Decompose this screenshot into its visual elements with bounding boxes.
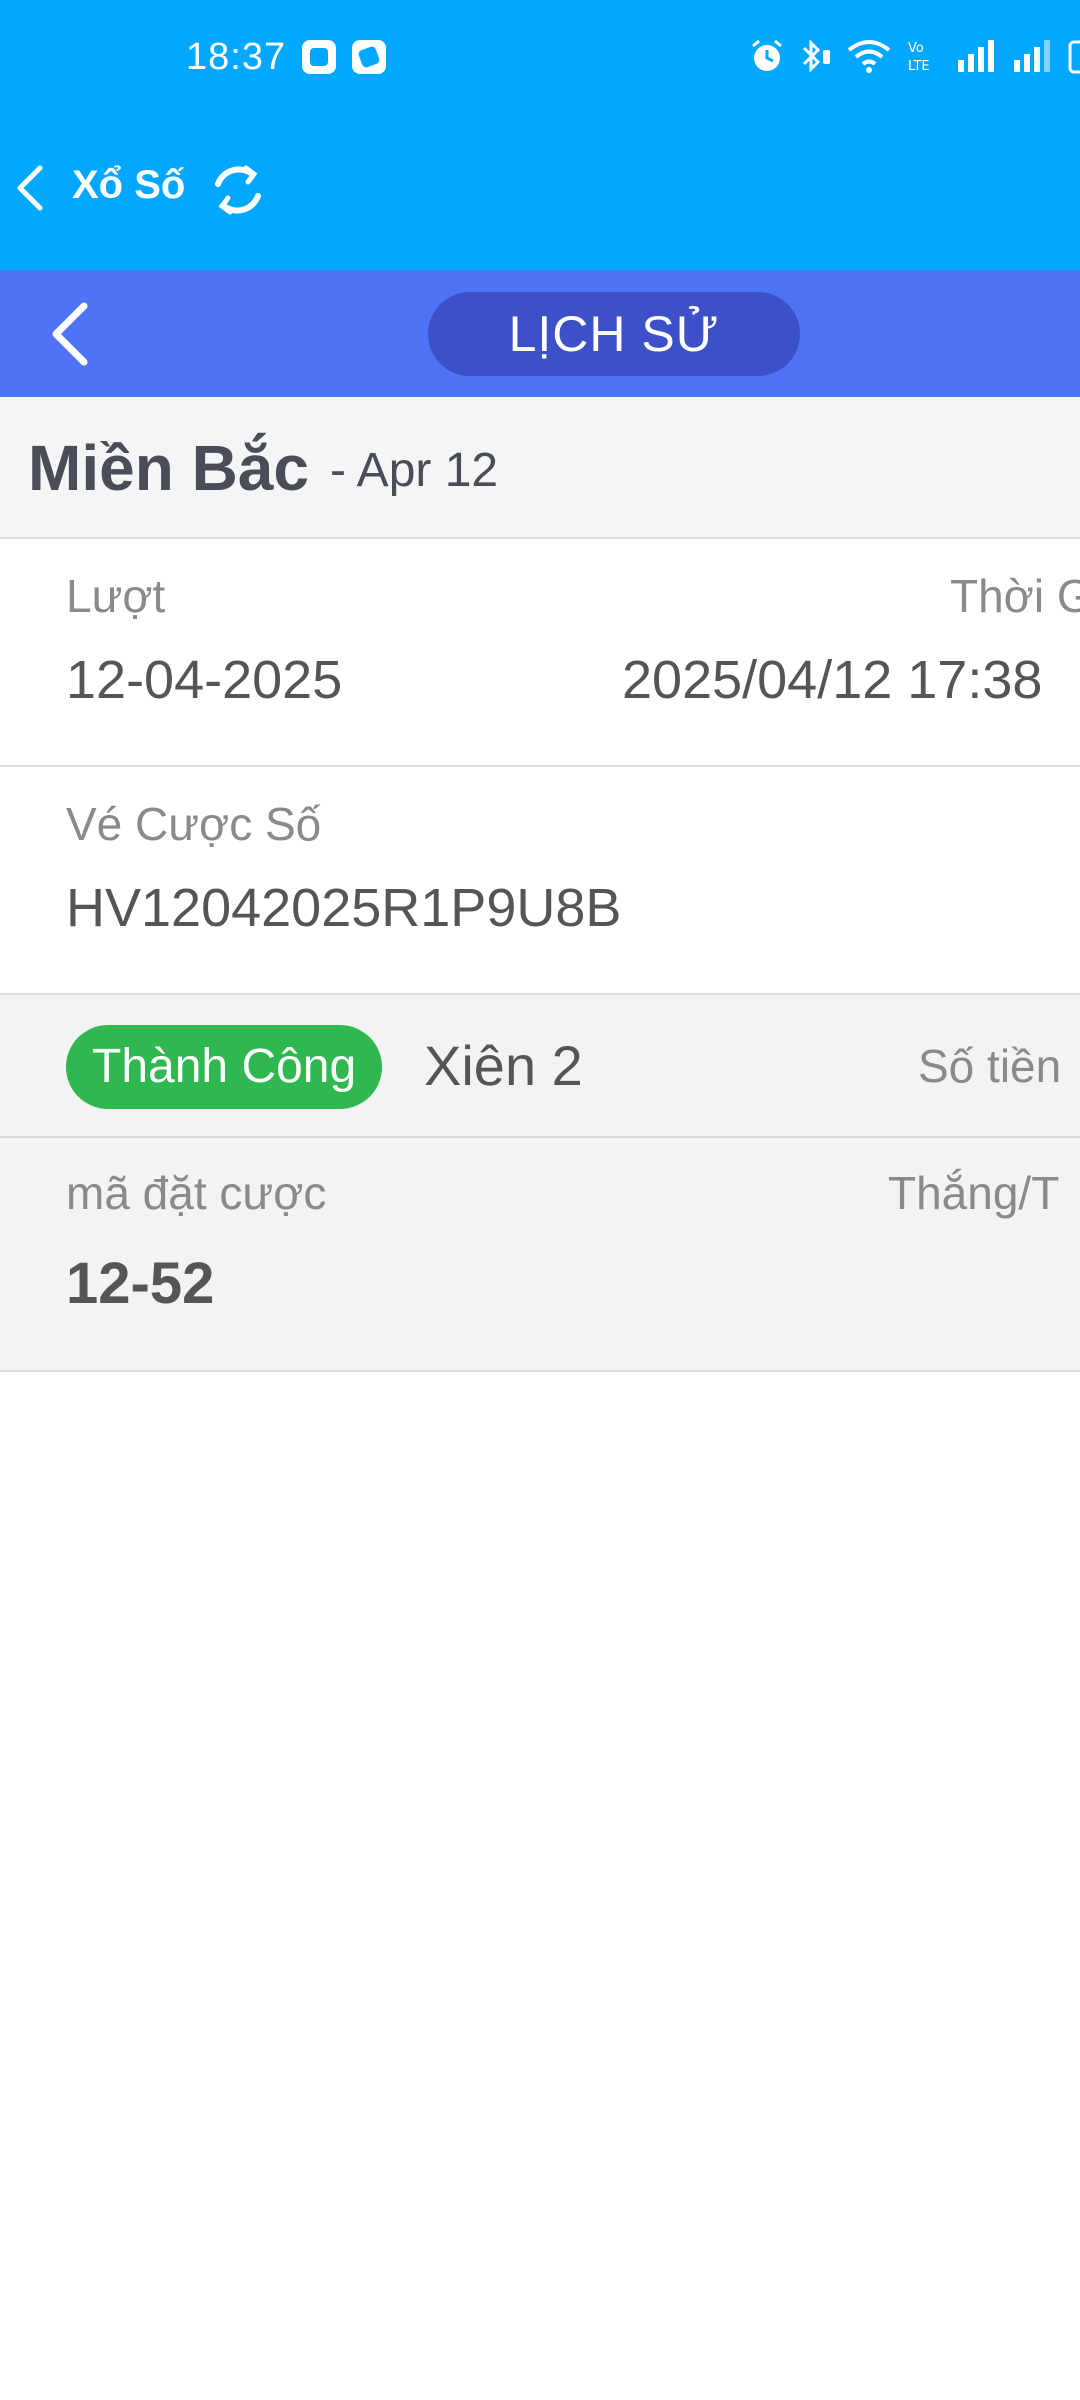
battery-icon xyxy=(1068,40,1080,74)
svg-text:LTE: LTE xyxy=(908,59,930,74)
round-row: Lượt 12-04-2025 Thời G 2025/04/12 17:38 xyxy=(0,539,1080,767)
history-header-bar: LỊCH SỬ xyxy=(0,270,1080,397)
section-header: Miền Bắc - Apr 12 xyxy=(0,397,1080,539)
ticket-row: Vé Cược Số HV12042025R1P9U8B xyxy=(0,767,1080,995)
round-label: Lượt xyxy=(66,570,166,622)
volte-icon: Vo LTE xyxy=(908,41,930,74)
region-date: - Apr 12 xyxy=(330,444,499,497)
app-title: Xổ Số xyxy=(72,163,186,207)
alarm-icon xyxy=(752,39,782,71)
bet-type: Xiên 2 xyxy=(424,1034,583,1097)
status-row: Thành Công Xiên 2 Số tiền xyxy=(0,995,1080,1138)
bluetooth-icon xyxy=(802,39,830,73)
back-chevron-icon[interactable] xyxy=(44,298,98,370)
signal-icon xyxy=(958,40,994,72)
time-label: Thời G xyxy=(950,570,1080,622)
history-title-pill: LỊCH SỬ xyxy=(428,292,800,376)
bet-code-row: mã đặt cược 12-52 Thắng/T xyxy=(0,1138,1080,1372)
round-value: 12-04-2025 xyxy=(66,650,343,710)
status-time: 18:37 xyxy=(186,36,287,78)
refresh-icon[interactable] xyxy=(208,160,268,220)
time-value: 2025/04/12 17:38 xyxy=(622,650,1043,710)
region-name: Miền Bắc xyxy=(28,432,309,504)
ticket-label: Vé Cược Số xyxy=(66,798,322,850)
chevron-left-icon[interactable] xyxy=(10,160,50,216)
app-notification-icon xyxy=(302,40,336,74)
top-app-bar: 18:37 Vo LTE Xổ Số xyxy=(0,0,1080,270)
bet-code-value: 12-52 xyxy=(66,1251,215,1316)
amount-label: Số tiền xyxy=(918,1040,1062,1092)
app-notification-icon xyxy=(352,40,386,74)
bet-code-label: mã đặt cược xyxy=(66,1167,327,1219)
status-badge: Thành Công xyxy=(66,1025,383,1109)
win-loss-label: Thắng/T xyxy=(888,1167,1060,1219)
ticket-value: HV12042025R1P9U8B xyxy=(66,878,622,938)
svg-text:Vo: Vo xyxy=(908,41,924,56)
signal-icon xyxy=(1014,40,1050,72)
status-icons: Vo LTE xyxy=(736,36,1080,76)
wifi-icon xyxy=(847,40,891,73)
